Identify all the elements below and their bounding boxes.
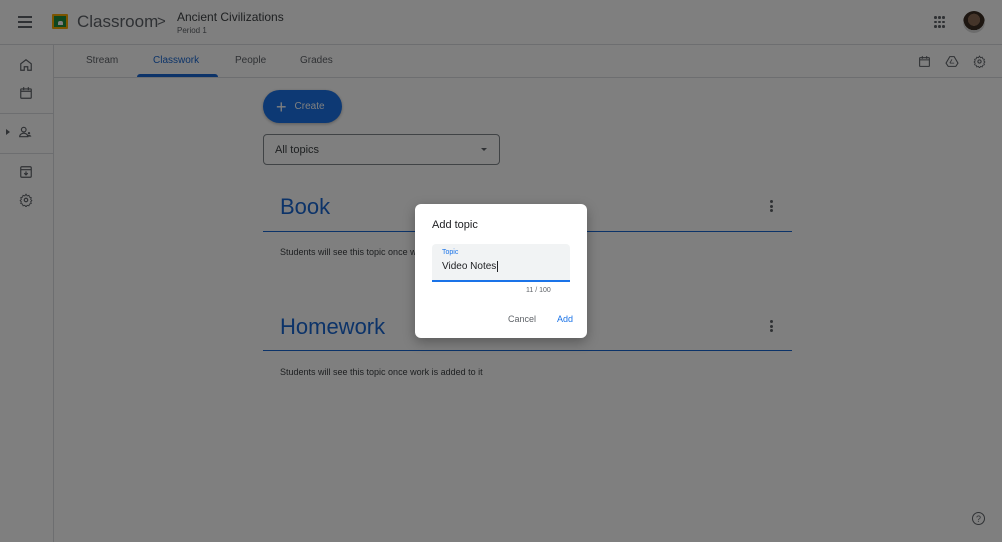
topic-input[interactable]: Topic Video Notes bbox=[432, 244, 570, 282]
add-topic-dialog: Add topic Topic Video Notes 11 / 100 Can… bbox=[415, 204, 587, 338]
cancel-button[interactable]: Cancel bbox=[508, 314, 536, 324]
topic-input-value[interactable]: Video Notes bbox=[442, 261, 498, 272]
add-button[interactable]: Add bbox=[557, 314, 573, 324]
topic-input-label: Topic bbox=[442, 249, 459, 256]
character-counter: 11 / 100 bbox=[526, 287, 551, 294]
dialog-title: Add topic bbox=[432, 219, 478, 231]
